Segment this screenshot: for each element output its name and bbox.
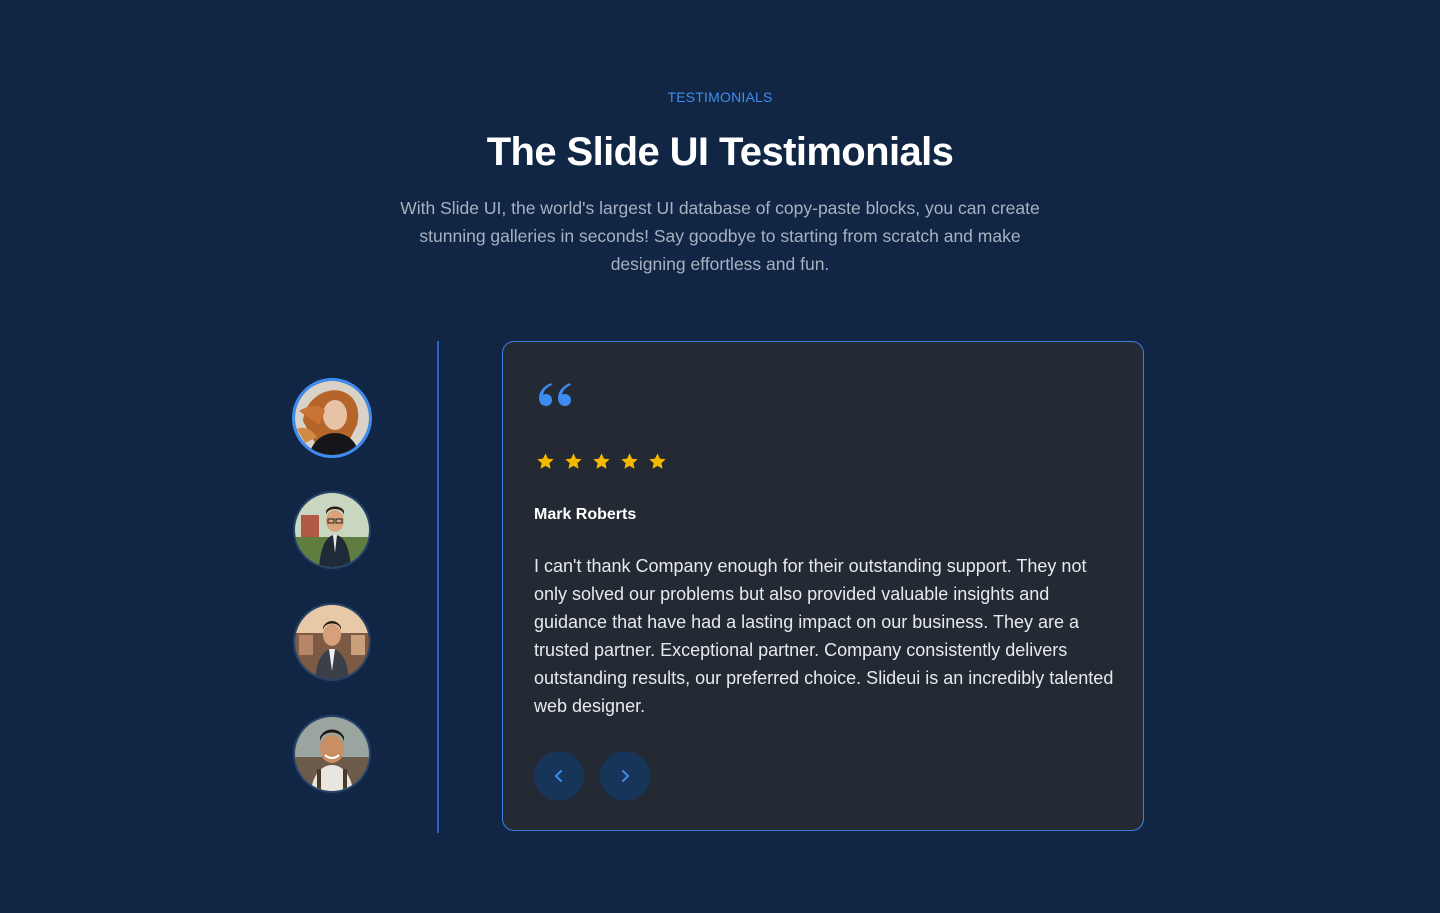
star-icon [649, 453, 666, 469]
chevron-right-icon [622, 770, 629, 782]
chevron-left-icon [555, 770, 562, 782]
previous-button[interactable] [534, 751, 584, 801]
section-eyebrow: TESTIMONIALS [667, 89, 773, 105]
avatar-man-glasses[interactable] [293, 491, 371, 569]
rating-stars [536, 452, 667, 471]
star-icon [593, 453, 610, 469]
section-title: The Slide UI Testimonials [486, 130, 954, 174]
section-subtitle: With Slide UI, the world's largest UI da… [400, 198, 1040, 274]
avatar-smiling-man[interactable] [293, 715, 371, 793]
man-suit-portrait-icon [295, 605, 369, 679]
man-glasses-portrait-icon [295, 493, 369, 567]
next-button[interactable] [600, 751, 650, 801]
avatar-woman[interactable] [292, 378, 372, 458]
star-icon [537, 453, 554, 469]
avatar-man-suit[interactable] [293, 603, 371, 681]
star-icon [565, 453, 582, 469]
testimonial-text: I can't thank Company enough for their o… [534, 556, 1114, 716]
smiling-man-portrait-icon [295, 717, 369, 791]
quote-mark-icon [539, 383, 571, 406]
testimonial-card: Mark Roberts I can't thank Company enoug… [502, 341, 1144, 831]
woman-portrait-icon [295, 381, 369, 455]
testimonial-author: Mark Roberts [534, 506, 637, 523]
star-icon [621, 453, 638, 469]
vertical-divider [437, 341, 439, 833]
